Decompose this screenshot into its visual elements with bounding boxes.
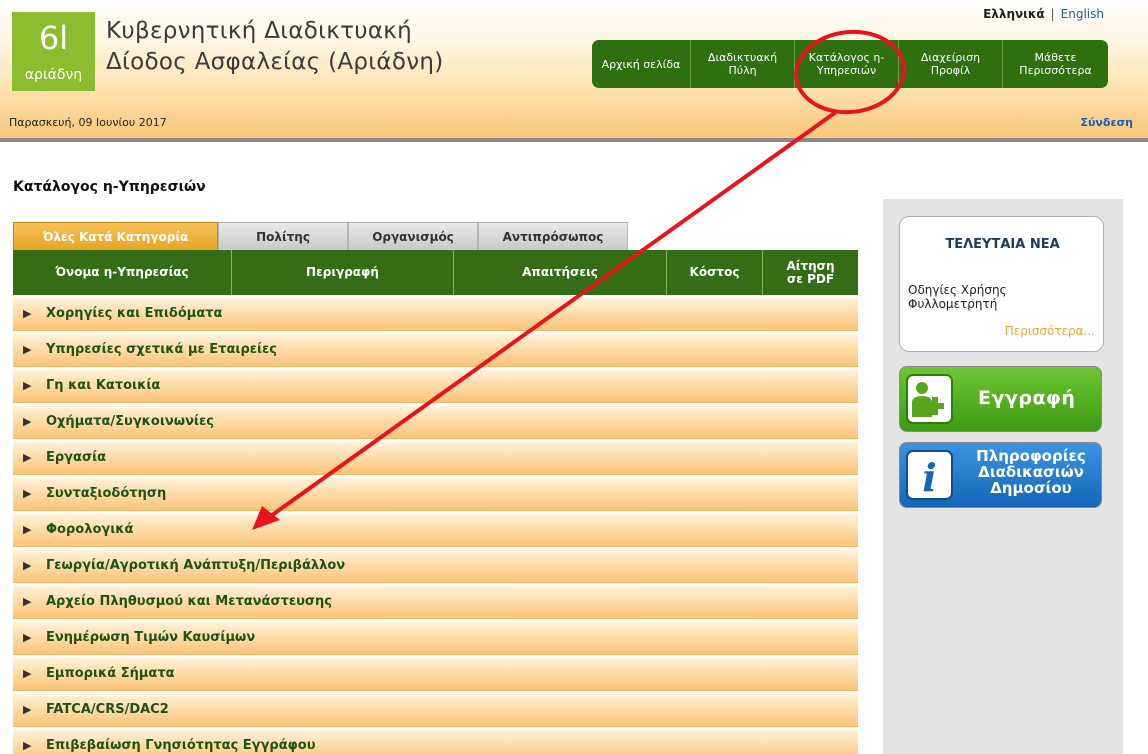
category-row[interactable]: ▶ Συνταξιοδότηση bbox=[13, 478, 858, 511]
category-row[interactable]: ▶ Υπηρεσίες σχετικά με Εταιρείες bbox=[13, 334, 858, 367]
site-title: Κυβερνητική Διαδικτυακή Δίοδος Ασφαλείας… bbox=[106, 16, 444, 78]
category-label: Συνταξιοδότηση bbox=[46, 486, 167, 501]
info-icon-letter: i bbox=[922, 455, 937, 500]
expand-triangle-icon: ▶ bbox=[23, 343, 32, 356]
column-header-name: Όνομα η-Υπηρεσίας bbox=[55, 265, 189, 279]
register-label: Εγγραφή bbox=[978, 387, 1076, 409]
lang-separator: | bbox=[1050, 7, 1055, 21]
expand-triangle-icon: ▶ bbox=[23, 595, 32, 608]
category-label: Χορηγίες και Επιδόματα bbox=[46, 306, 223, 321]
category-row[interactable]: ▶ Αρχείο Πληθυσμού και Μετανάστευσης bbox=[13, 586, 858, 619]
category-label: Οχήματα/Συγκοινωνίες bbox=[46, 414, 214, 429]
category-row[interactable]: ▶ Γεωργία/Αγροτική Ανάπτυξη/Περιβάλλον bbox=[13, 550, 858, 583]
expand-triangle-icon: ▶ bbox=[23, 523, 32, 536]
site-title-line1: Κυβερνητική Διαδικτυακή bbox=[106, 18, 413, 44]
expand-triangle-icon: ▶ bbox=[23, 379, 32, 392]
expand-triangle-icon: ▶ bbox=[23, 487, 32, 500]
expand-triangle-icon: ▶ bbox=[23, 559, 32, 572]
nav-profile-management[interactable]: Διαχείριση Προφίλ bbox=[898, 40, 1002, 88]
nav-eservices-catalog[interactable]: Κατάλογος η-Υπηρεσιών bbox=[794, 40, 898, 88]
header-divider bbox=[0, 138, 1148, 142]
column-header-description: Περιγραφή bbox=[231, 250, 453, 295]
login-link[interactable]: Σύνδεση bbox=[1080, 116, 1133, 129]
site-header: 6l αριάδνη Κυβερνητική Διαδικτυακή Δίοδο… bbox=[0, 0, 1148, 140]
column-header-pdf: Αίτηση σε PDF bbox=[762, 250, 858, 295]
category-row[interactable]: ▶ Εργασία bbox=[13, 442, 858, 475]
expand-triangle-icon: ▶ bbox=[23, 307, 32, 320]
tab-representative[interactable]: Αντιπρόσωπος bbox=[478, 222, 628, 250]
expand-triangle-icon: ▶ bbox=[23, 703, 32, 716]
category-row[interactable]: ▶ FATCA/CRS/DAC2 bbox=[13, 694, 858, 727]
nav-learn-more[interactable]: Μάθετε Περισσότερα bbox=[1002, 40, 1108, 88]
news-title: ΤΕΛΕΥΤΑΙΑ ΝΕΑ bbox=[945, 237, 1060, 252]
category-label: Γεωργία/Αγροτική Ανάπτυξη/Περιβάλλον bbox=[46, 558, 346, 573]
category-row[interactable]: ▶ Γη και Κατοικία bbox=[13, 370, 858, 403]
expand-triangle-icon: ▶ bbox=[23, 631, 32, 644]
nav-home[interactable]: Αρχική σελίδα bbox=[592, 40, 690, 88]
tab-organization[interactable]: Οργανισμός bbox=[348, 222, 478, 250]
page: 6l αριάδνη Κυβερνητική Διαδικτυακή Δίοδο… bbox=[0, 0, 1148, 754]
top-navigation: Αρχική σελίδα Διαδικτυακή Πύλη Κατάλογος… bbox=[592, 40, 1108, 88]
logo-glyph: 6l bbox=[38, 19, 69, 57]
category-row[interactable]: ▶ Ενημέρωση Τιμών Καυσίμων bbox=[13, 622, 858, 655]
category-label: Υπηρεσίες σχετικά με Εταιρείες bbox=[46, 342, 278, 357]
news-more-link[interactable]: Περισσότερα... bbox=[1005, 324, 1095, 338]
sidebar: ΤΕΛΕΥΤΑΙΑ ΝΕΑ Οδηγίες Χρήσης Φυλλομετρητ… bbox=[883, 199, 1123, 754]
ariadni-logo[interactable]: 6l αριάδνη bbox=[12, 12, 95, 91]
tab-citizen[interactable]: Πολίτης bbox=[218, 222, 348, 250]
news-item-link[interactable]: Οδηγίες Χρήσης Φυλλομετρητή bbox=[908, 283, 1098, 311]
category-label: Αρχείο Πληθυσμού και Μετανάστευσης bbox=[46, 594, 332, 609]
expand-triangle-icon: ▶ bbox=[23, 739, 32, 752]
category-label: Γη και Κατοικία bbox=[46, 378, 161, 393]
tab-all-by-category[interactable]: Όλες Κατά Κατηγορία bbox=[13, 222, 218, 250]
latest-news-box: ΤΕΛΕΥΤΑΙΑ ΝΕΑ Οδηγίες Χρήσης Φυλλομετρητ… bbox=[899, 216, 1104, 352]
category-label: Επιβεβαίωση Γνησιότητας Εγγράφου bbox=[46, 738, 316, 753]
category-label: Ενημέρωση Τιμών Καυσίμων bbox=[46, 630, 256, 645]
category-label: Εμπορικά Σήματα bbox=[46, 666, 175, 681]
category-row[interactable]: ▶ Φορολογικά bbox=[13, 514, 858, 547]
category-row[interactable]: ▶ Οχήματα/Συγκοινωνίες bbox=[13, 406, 858, 439]
nav-portal[interactable]: Διαδικτυακή Πύλη bbox=[690, 40, 794, 88]
category-label: FATCA/CRS/DAC2 bbox=[46, 702, 169, 717]
category-list: ▶ Χορηγίες και Επιδόματα ▶ Υπηρεσίες σχετι… bbox=[13, 298, 858, 754]
page-title: Κατάλογος η-Υπηρεσιών bbox=[13, 179, 206, 195]
info-icon: i bbox=[906, 450, 953, 500]
current-date: Παρασκευή, 09 Ιουνίου 2017 bbox=[9, 116, 167, 129]
lang-english-link[interactable]: English bbox=[1061, 7, 1104, 21]
public-procedures-info-button[interactable]: i Πληροφορίες Διαδικασιών Δημοσίου bbox=[899, 442, 1102, 508]
logo-wordmark: αριάδνη bbox=[24, 67, 83, 83]
table-header: Όνομα η-Υπηρεσίας Περιγραφή Απαιτήσεις Κ… bbox=[13, 250, 858, 295]
category-label: Φορολογικά bbox=[46, 522, 134, 537]
expand-triangle-icon: ▶ bbox=[23, 451, 32, 464]
public-procedures-info-label: Πληροφορίες Διαδικασιών Δημοσίου bbox=[976, 447, 1086, 497]
category-label: Εργασία bbox=[46, 450, 107, 465]
category-row[interactable]: ▶ Εμπορικά Σήματα bbox=[13, 658, 858, 691]
expand-triangle-icon: ▶ bbox=[23, 415, 32, 428]
column-header-cost: Κόστος bbox=[666, 250, 762, 295]
site-title-line2: Δίοδος Ασφαλείας (Αριάδνη) bbox=[106, 49, 444, 75]
column-header-requirements: Απαιτήσεις bbox=[453, 250, 666, 295]
category-row[interactable]: ▶ Επιβεβαίωση Γνησιότητας Εγγράφου bbox=[13, 730, 858, 754]
lang-greek[interactable]: Ελληνικά bbox=[983, 7, 1045, 21]
expand-triangle-icon: ▶ bbox=[23, 667, 32, 680]
language-switcher: Ελληνικά | English bbox=[983, 7, 1104, 21]
category-row[interactable]: ▶ Χορηγίες και Επιδόματα bbox=[13, 298, 858, 331]
add-user-icon bbox=[906, 374, 953, 424]
register-button[interactable]: Εγγραφή bbox=[899, 366, 1102, 432]
